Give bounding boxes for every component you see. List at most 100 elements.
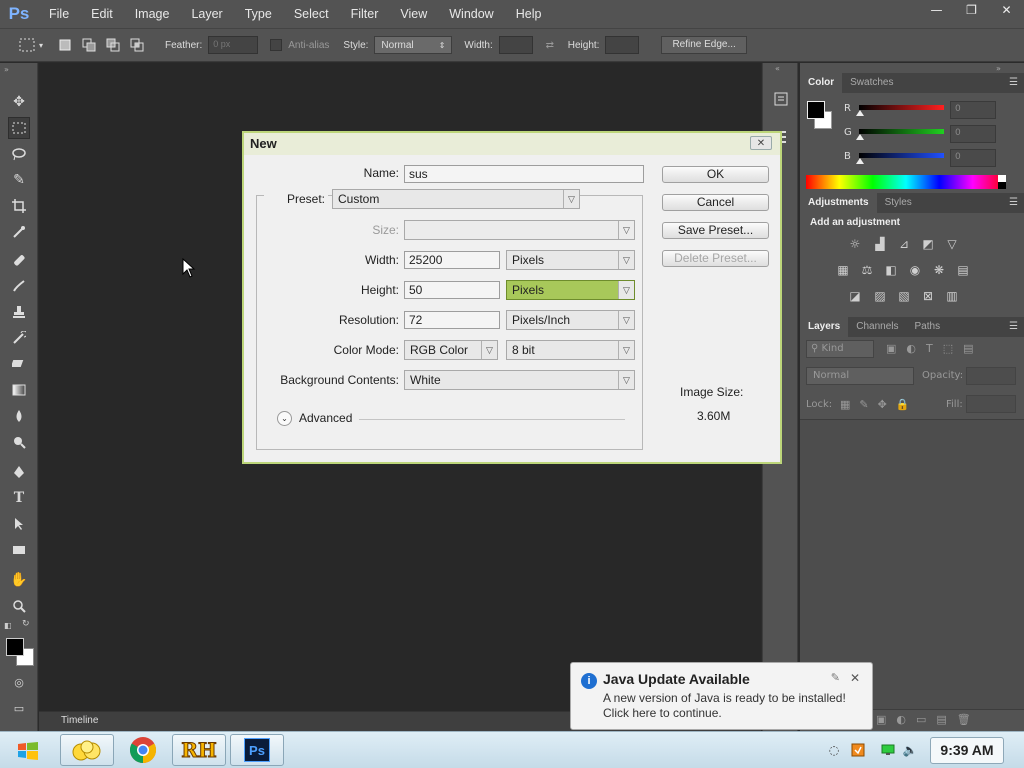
hand-tool-icon[interactable]: ✋ [8, 569, 30, 591]
tray-network-icon[interactable]: ◌ [826, 742, 842, 758]
threshold-icon[interactable]: ▧ [895, 289, 913, 303]
tray-monitor-icon[interactable] [880, 742, 896, 758]
close-icon[interactable]: ✕ [850, 671, 860, 685]
blue-gradient-bar[interactable] [859, 153, 944, 158]
taskbar-clock[interactable]: 9:39 AM [930, 737, 1004, 764]
width-unit-select[interactable]: Pixels ▽ [506, 250, 635, 270]
height-input[interactable]: 50 [404, 281, 500, 299]
eyedropper-tool-icon[interactable] [8, 221, 30, 243]
screen-mode-icon[interactable]: ▭ [8, 697, 30, 719]
taskbar-photoshop-button[interactable]: Ps [230, 734, 284, 766]
marquee-tool-preset-icon[interactable] [18, 36, 36, 54]
red-slider[interactable]: R 0 [844, 101, 1024, 121]
type-tool-icon[interactable]: T [8, 487, 30, 509]
menu-file[interactable]: File [38, 0, 80, 28]
new-selection-icon[interactable] [56, 36, 74, 54]
minimize-button[interactable]: — [919, 0, 954, 20]
vibrance-icon[interactable]: ▽ [943, 237, 961, 251]
eraser-tool-icon[interactable] [8, 353, 30, 375]
tab-styles[interactable]: Styles [877, 193, 920, 213]
panel-menu-icon[interactable]: ☰ [1009, 197, 1018, 208]
size-select[interactable]: ▽ [404, 220, 635, 240]
height-unit-select[interactable]: Pixels ▽ [506, 280, 635, 300]
resolution-input[interactable]: 72 [404, 311, 500, 329]
feather-input[interactable]: 0 px [208, 36, 259, 54]
fill-input[interactable] [966, 395, 1016, 413]
opacity-input[interactable] [966, 367, 1016, 385]
red-gradient-bar[interactable] [859, 105, 944, 110]
lasso-tool-icon[interactable] [8, 143, 30, 165]
brightness-contrast-icon[interactable]: ☼ [846, 237, 864, 251]
color-lookup-icon[interactable]: ▤ [954, 263, 972, 277]
lock-icons[interactable]: ▦✎✥🔒 [840, 398, 919, 411]
wrench-icon[interactable]: ✎ [831, 671, 840, 684]
crop-tool-icon[interactable] [8, 195, 30, 217]
collapse-arrows-icon[interactable]: » [4, 65, 9, 74]
pen-tool-icon[interactable] [8, 461, 30, 483]
blue-slider-thumb[interactable] [856, 158, 864, 164]
taskbar-explorer-button[interactable] [60, 734, 114, 766]
add-selection-icon[interactable] [80, 36, 98, 54]
hue-saturation-icon[interactable]: ▦ [834, 263, 852, 277]
tab-color[interactable]: Color [800, 73, 843, 93]
history-panel-icon[interactable] [771, 89, 791, 109]
black-white-icon[interactable]: ◧ [882, 263, 900, 277]
quick-selection-tool-icon[interactable]: ✎ [8, 169, 30, 191]
java-tray-icon[interactable] [850, 742, 866, 758]
menu-help[interactable]: Help [505, 0, 553, 28]
black-white-ramp[interactable] [998, 175, 1006, 189]
width-input[interactable]: 25200 [404, 251, 500, 269]
dialog-close-icon[interactable]: ✕ [750, 136, 772, 150]
chevron-down-icon[interactable]: ▾ [39, 41, 43, 50]
panel-menu-icon[interactable]: ☰ [1009, 321, 1018, 332]
collapse-arrows-icon[interactable]: « [775, 64, 780, 73]
delete-preset-button[interactable]: Delete Preset... [662, 250, 769, 267]
taskbar-rh-button[interactable]: RH [172, 734, 226, 766]
posterize-icon[interactable]: ▨ [871, 289, 889, 303]
history-brush-tool-icon[interactable] [8, 327, 30, 349]
menu-edit[interactable]: Edit [80, 0, 124, 28]
start-button[interactable] [6, 735, 50, 766]
java-update-notification[interactable]: i Java Update Available ✎ ✕ A new versio… [570, 662, 873, 730]
advanced-expand-icon[interactable]: ⌄ [277, 411, 292, 426]
preset-select[interactable]: Custom ▽ [332, 189, 580, 209]
advanced-label[interactable]: Advanced [299, 411, 352, 425]
color-mode-select[interactable]: RGB Color ▽ [404, 340, 498, 360]
foreground-color-swatch[interactable] [6, 638, 24, 656]
tab-adjustments[interactable]: Adjustments [800, 193, 877, 213]
dialog-title-bar[interactable]: New ✕ [244, 133, 780, 155]
color-spectrum-ramp[interactable] [806, 175, 1006, 189]
exposure-icon[interactable]: ◩ [919, 237, 937, 251]
zoom-tool-icon[interactable] [8, 595, 30, 617]
menu-layer[interactable]: Layer [180, 0, 233, 28]
red-value-input[interactable]: 0 [950, 101, 996, 119]
menu-window[interactable]: Window [438, 0, 504, 28]
layer-filter-icons[interactable]: ▣◐T⬚▤ [886, 342, 984, 355]
restore-button[interactable]: ❐ [954, 0, 989, 20]
swap-arrows-icon[interactable]: ⇄ [541, 36, 559, 54]
move-tool-icon[interactable]: ✥ [8, 91, 30, 113]
clone-stamp-tool-icon[interactable] [8, 301, 30, 323]
green-slider-thumb[interactable] [856, 134, 864, 140]
background-contents-select[interactable]: White ▽ [404, 370, 635, 390]
refine-edge-button[interactable]: Refine Edge... [661, 36, 747, 54]
red-slider-thumb[interactable] [856, 110, 864, 116]
quick-mask-icon[interactable]: ◎ [8, 671, 30, 693]
gradient-map-icon[interactable]: ⊠ [919, 289, 937, 303]
gradient-tool-icon[interactable] [8, 379, 30, 401]
swap-colors-icon[interactable]: ↻ [22, 619, 30, 629]
resolution-unit-select[interactable]: Pixels/Inch ▽ [506, 310, 635, 330]
foreground-color-swatch[interactable] [807, 101, 825, 119]
menu-select[interactable]: Select [283, 0, 340, 28]
color-balance-icon[interactable]: ⚖ [858, 263, 876, 277]
blend-mode-select[interactable]: Normal [806, 367, 914, 385]
blur-tool-icon[interactable] [8, 405, 30, 427]
brush-tool-icon[interactable] [8, 275, 30, 297]
blue-slider[interactable]: B 0 [844, 149, 1024, 169]
channel-mixer-icon[interactable]: ❋ [930, 263, 948, 277]
healing-brush-tool-icon[interactable] [8, 249, 30, 271]
collapse-arrows-icon[interactable]: » [996, 64, 1001, 73]
rectangle-tool-icon[interactable] [8, 539, 30, 561]
path-selection-tool-icon[interactable] [8, 513, 30, 535]
selective-color-icon[interactable]: ▥ [943, 289, 961, 303]
